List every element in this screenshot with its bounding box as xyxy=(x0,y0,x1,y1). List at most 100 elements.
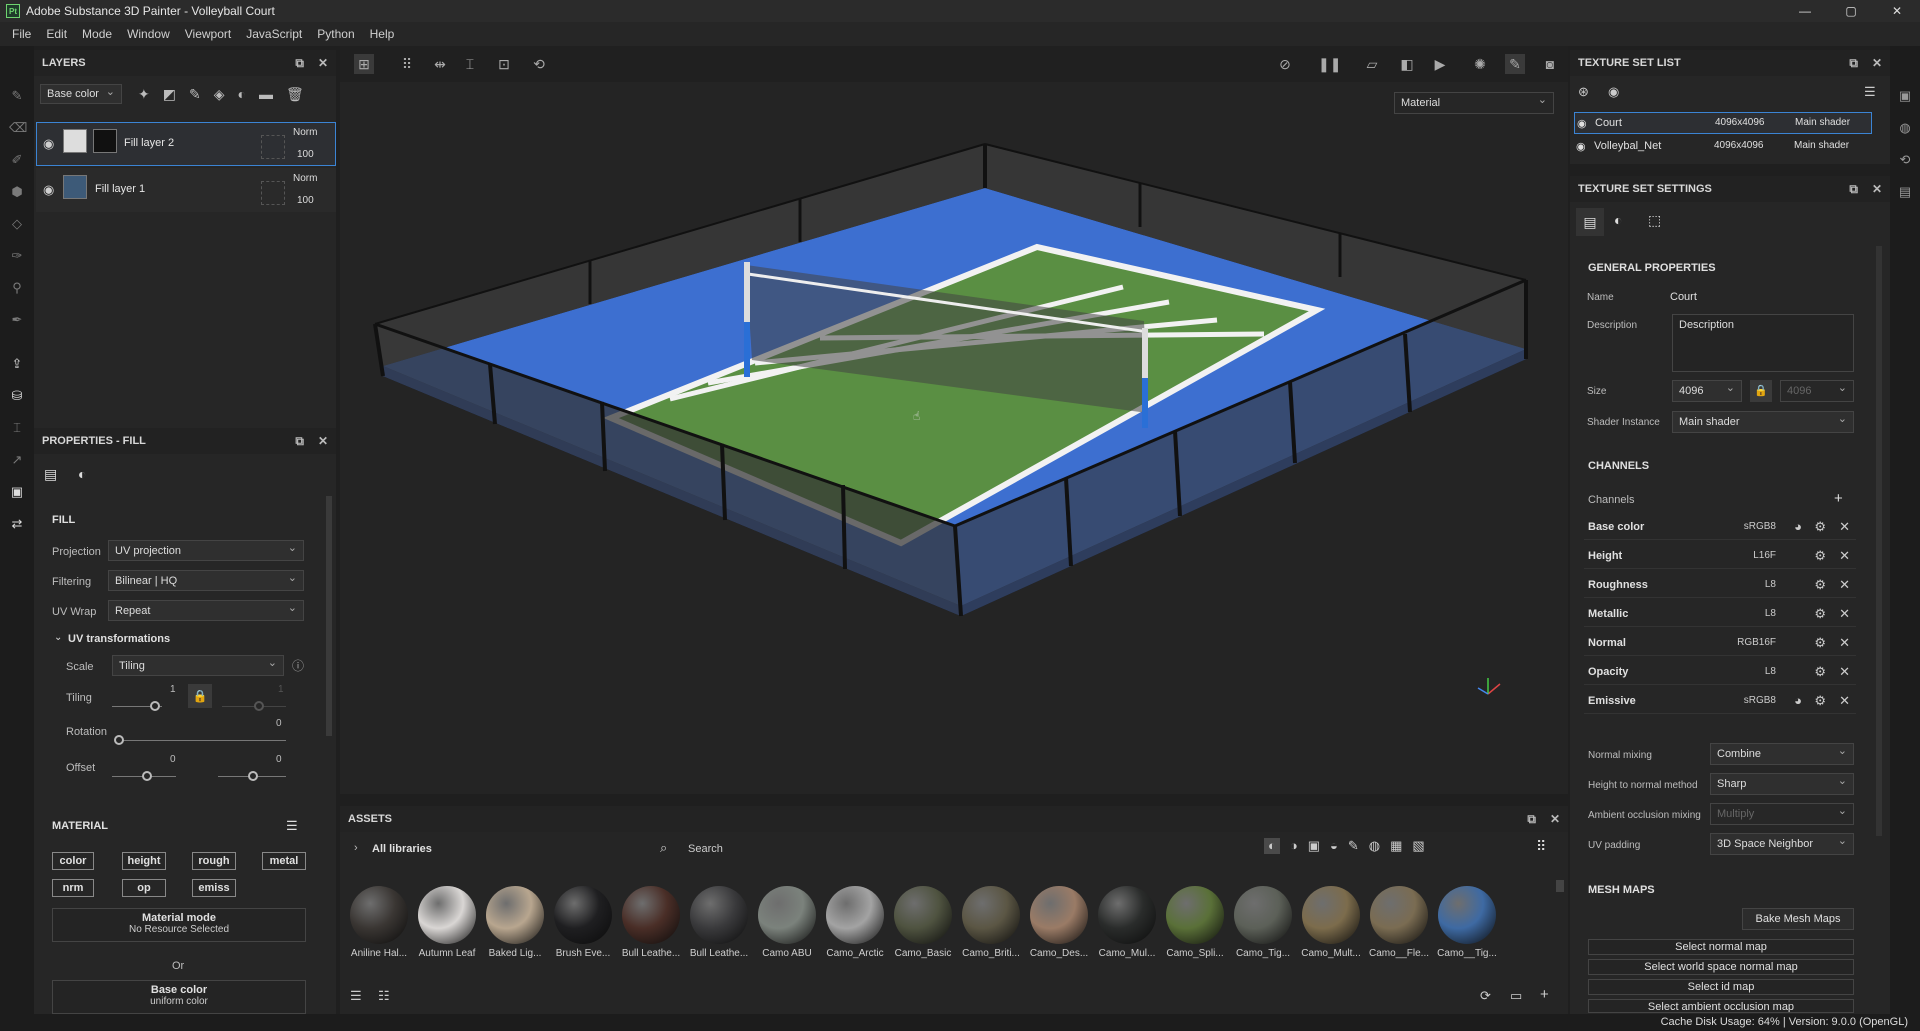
visibility-eye-icon[interactable]: ◉ xyxy=(43,182,54,198)
shader-instance-select[interactable]: Main shader xyxy=(1672,411,1854,433)
filtering-select[interactable]: Bilinear | HQ xyxy=(108,570,304,591)
channel-format[interactable]: sRGB8 xyxy=(1724,521,1776,532)
settings-tab-icon[interactable]: ▤ xyxy=(1576,208,1604,236)
add-folder-icon[interactable]: ▬ xyxy=(259,86,273,103)
picker-icon[interactable]: ✒ xyxy=(9,312,25,328)
channel-row[interactable]: Emissive sRGB8 ◕ ⚙ ✕ xyxy=(1584,690,1856,714)
channel-format[interactable]: RGB16F xyxy=(1724,637,1776,648)
channel-format[interactable]: L8 xyxy=(1724,608,1776,619)
float-panel-icon[interactable]: ⧉ xyxy=(295,56,304,71)
frame-icon[interactable]: ⊡ xyxy=(494,54,514,74)
hide-overlay-icon[interactable]: ⊘ xyxy=(1275,54,1295,74)
close-icon[interactable]: ✕ xyxy=(1839,606,1850,622)
sync-icon[interactable]: ⇄ xyxy=(9,516,25,532)
eraser-icon[interactable]: ⌫ xyxy=(9,120,27,136)
visibility-eye-icon[interactable]: ◉ xyxy=(1576,140,1586,153)
close-icon[interactable]: ✕ xyxy=(1839,664,1850,680)
float-panel-icon[interactable]: ⧉ xyxy=(1849,56,1858,71)
menu-file[interactable]: File xyxy=(12,27,31,41)
menu-python[interactable]: Python xyxy=(317,27,354,41)
close-icon[interactable]: ✕ xyxy=(1839,635,1850,651)
material-thumbnail[interactable] xyxy=(486,886,544,944)
base-color-box[interactable]: Base color uniform color xyxy=(52,980,306,1014)
material-mode-box[interactable]: Material mode No Resource Selected xyxy=(52,908,306,942)
menu-help[interactable]: Help xyxy=(370,27,395,41)
scale-select[interactable]: Tiling xyxy=(112,655,284,676)
layer-opacity[interactable]: 100 xyxy=(297,149,314,160)
rotation-slider-knob[interactable] xyxy=(114,735,124,745)
uv-transform-header[interactable]: UV transformations xyxy=(68,633,170,645)
offset-slider-1-knob[interactable] xyxy=(142,771,152,781)
close-panel-icon[interactable]: ✕ xyxy=(318,434,328,449)
menu-lines-icon[interactable]: ☰ xyxy=(286,818,298,834)
annotation-icon[interactable]: ↗ xyxy=(9,452,25,468)
chevron-right-icon[interactable]: › xyxy=(354,842,358,854)
settings-scrollbar[interactable] xyxy=(1876,246,1882,836)
material-thumbnail[interactable] xyxy=(1166,886,1224,944)
visibility-eye-icon[interactable]: ◉ xyxy=(43,136,54,152)
add-effect-icon[interactable]: ✦ xyxy=(138,86,150,103)
filter-filters-icon[interactable]: ◒ xyxy=(1330,838,1338,854)
channel-row[interactable]: Metallic L8 ⚙ ✕ xyxy=(1584,603,1856,627)
viewport[interactable]: ⊞ ⠿ ⇹ ⌶ ⊡ ⟲ ⊘ ❚❚ ▱ ◧ ▶ ✺ ✎ ◙ Material ⌄ … xyxy=(340,46,1568,794)
filter-materials-icon[interactable]: ◐ xyxy=(1264,838,1280,854)
menu-edit[interactable]: Edit xyxy=(46,27,67,41)
material-thumbnail[interactable] xyxy=(554,886,612,944)
layer-row[interactable]: ◉ Fill layer 1 Norm 100 xyxy=(36,168,336,212)
offset-slider-2-knob[interactable] xyxy=(248,771,258,781)
view-3d-icon[interactable]: ◧ xyxy=(1397,54,1417,74)
tiling-slider-knob[interactable] xyxy=(150,701,160,711)
material-thumbnail[interactable] xyxy=(1030,886,1088,944)
material-thumbnail[interactable] xyxy=(418,886,476,944)
blend-mode[interactable]: Norm xyxy=(293,127,317,138)
paint-brush-icon[interactable]: ✎ xyxy=(9,88,25,104)
bake-mesh-maps-button[interactable]: Bake Mesh Maps xyxy=(1742,908,1854,930)
projection-select[interactable]: UV projection xyxy=(108,540,304,561)
uv-tiles-icon[interactable]: ⠿ xyxy=(397,54,417,74)
channel-row[interactable]: Height L16F ⚙ ✕ xyxy=(1584,545,1856,569)
material-thumbnail[interactable] xyxy=(622,886,680,944)
channel-chip-color[interactable]: color xyxy=(52,852,94,870)
search-input[interactable]: Search xyxy=(688,843,723,855)
add-fill-layer-icon[interactable]: ◈ xyxy=(214,86,225,103)
assets-scrollbar[interactable] xyxy=(1556,880,1564,892)
close-icon[interactable]: ✕ xyxy=(1839,577,1850,593)
color-profile-icon[interactable]: ◕ xyxy=(1794,693,1802,708)
filter-particles-icon[interactable]: ◍ xyxy=(1369,838,1380,854)
channel-format[interactable]: L8 xyxy=(1724,666,1776,677)
filter-alphas-icon[interactable]: ▦ xyxy=(1390,838,1402,854)
grid-select-icon[interactable]: ⊞ xyxy=(354,54,374,74)
channel-row[interactable]: Opacity L8 ⚙ ✕ xyxy=(1584,661,1856,685)
export-icon[interactable]: ⇪ xyxy=(9,356,25,372)
smudge-icon[interactable]: ✑ xyxy=(9,248,25,264)
material-thumbnail[interactable] xyxy=(1234,886,1292,944)
float-panel-icon[interactable]: ⧉ xyxy=(295,434,304,449)
channel-row[interactable]: Base color sRGB8 ◕ ⚙ ✕ xyxy=(1584,516,1856,540)
material-thumbnail[interactable] xyxy=(894,886,952,944)
material-tab-icon[interactable]: ◐ xyxy=(78,466,86,482)
gear-icon[interactable]: ⚙ xyxy=(1814,519,1826,535)
shader-settings-icon[interactable]: ◍ xyxy=(1897,120,1913,136)
close-icon[interactable]: ✕ xyxy=(1839,519,1850,535)
channel-chip-nrm[interactable]: nrm xyxy=(52,879,94,897)
size-select[interactable]: 4096 xyxy=(1672,380,1742,402)
channel-chip-emiss[interactable]: emiss xyxy=(192,879,236,897)
material-thumbnail[interactable] xyxy=(1370,886,1428,944)
select-normal-map-button[interactable]: Select normal map xyxy=(1588,939,1854,955)
material-thumbnail[interactable] xyxy=(1438,886,1496,944)
material-thumbnail[interactable] xyxy=(1302,886,1360,944)
channel-row[interactable]: Normal RGB16F ⚙ ✕ xyxy=(1584,632,1856,656)
menu-window[interactable]: Window xyxy=(127,27,170,41)
layer-opacity[interactable]: 100 xyxy=(297,195,314,206)
material-thumbnail[interactable] xyxy=(758,886,816,944)
mask-slot[interactable] xyxy=(261,135,285,159)
rotation-slider[interactable] xyxy=(116,740,286,741)
texture-set-row[interactable]: ◉ Volleybal_Net 4096x4096 Main shader xyxy=(1574,136,1872,158)
channel-chip-metal[interactable]: metal xyxy=(262,852,306,870)
paint-mode-icon[interactable]: ✎ xyxy=(1505,54,1525,74)
lock-icon[interactable]: 🔒 xyxy=(188,684,212,708)
channel-format[interactable]: L16F xyxy=(1724,550,1776,561)
add-smart-material-icon[interactable]: ◐ xyxy=(237,86,245,103)
visibility-eye-icon[interactable]: ◉ xyxy=(1608,84,1619,100)
add-mask-icon[interactable]: ◩ xyxy=(163,86,176,103)
